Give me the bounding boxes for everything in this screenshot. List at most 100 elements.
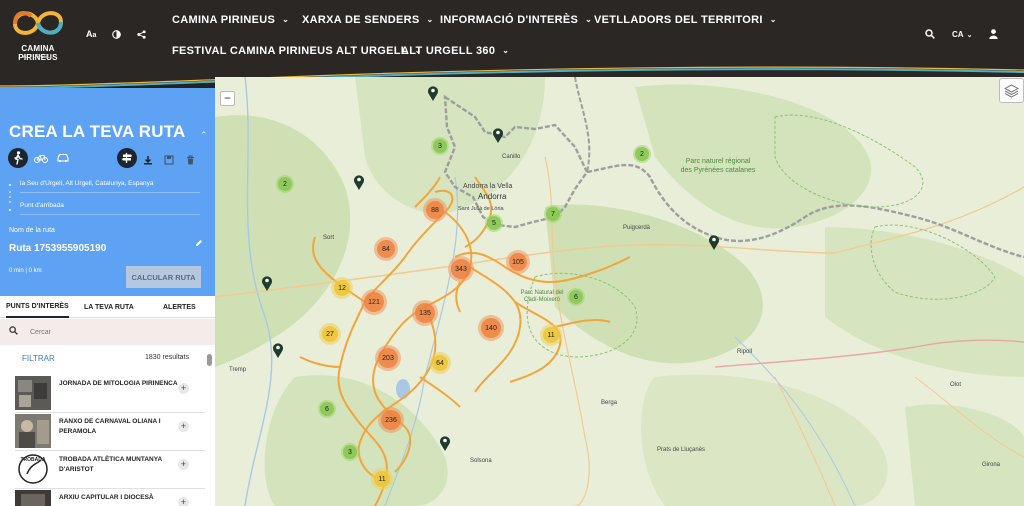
cluster-count: 121 [364, 292, 384, 312]
panel-tabs: PUNTS D'INTERÈS LA TEVA RUTA ALERTES [0, 296, 215, 318]
cluster-count: 105 [509, 253, 527, 271]
map-cluster[interactable]: 343 [448, 256, 474, 282]
map-cluster[interactable]: 12 [331, 277, 353, 299]
save-icon[interactable] [164, 152, 174, 170]
poi-search-bar [0, 319, 215, 345]
route-name-field[interactable]: Ruta 1753955905190 [9, 243, 106, 254]
map-cluster[interactable]: 7 [544, 205, 562, 223]
car-icon [57, 153, 69, 163]
map-pin-icon[interactable] [353, 174, 365, 190]
chevron-up-icon[interactable]: ⌃ [200, 130, 208, 141]
tab-punts-interes[interactable]: PUNTS D'INTERÈS [6, 296, 69, 318]
download-icon[interactable] [143, 152, 153, 170]
cluster-count: 6 [320, 402, 334, 416]
car-mode-button[interactable] [53, 148, 73, 168]
nav-informacio-interes[interactable]: INFORMACIÓ D'INTERÈS ⌄ [440, 14, 592, 26]
user-icon[interactable] [989, 29, 998, 42]
map-cluster[interactable]: 105 [506, 250, 530, 274]
map-cluster[interactable]: 6 [567, 288, 585, 306]
route-builder-header: CREA LA TEVA RUTA ⌃ la Seu d'Urgell, Alt… [0, 88, 215, 296]
cluster-count: 5 [487, 216, 501, 230]
list-item[interactable]: RANXO DE CARNAVAL OLIANA I PERAMOLA + [15, 413, 205, 451]
share-icon[interactable] [137, 30, 146, 42]
map-cluster[interactable]: 203 [375, 345, 401, 371]
edit-icon[interactable] [195, 239, 203, 250]
list-item[interactable]: TROBADA TROBADA ATLÈTICA MUNTANYA D'ARIS… [15, 451, 205, 489]
chevron-down-icon: ⌄ [966, 32, 973, 39]
map-cluster[interactable]: 121 [361, 289, 387, 315]
route-end-field[interactable]: Punt d'arribada [20, 202, 64, 209]
divider [20, 192, 200, 193]
park-label: Parc Natural del Cadí-Moixeró [520, 290, 564, 303]
contrast-icon[interactable] [112, 30, 121, 42]
trash-icon[interactable] [186, 152, 195, 170]
add-poi-button[interactable]: + [178, 497, 189, 506]
divider [20, 214, 200, 215]
tab-la-teva-ruta[interactable]: LA TEVA RUTA [84, 296, 134, 318]
thumbnail-caption: TROBADA [20, 457, 46, 463]
place-label: Puigcerdà [623, 225, 651, 231]
list-item[interactable]: JORNADA DE MITOLOGIA PIRINENCA + [15, 375, 205, 413]
map-cluster[interactable]: 27 [319, 323, 341, 345]
layers-button[interactable] [999, 78, 1024, 103]
walking-icon [14, 151, 23, 165]
route-stats: 0 min | 0 km [9, 268, 42, 274]
results-count: 1830 resultats [145, 354, 189, 361]
map-pin-icon[interactable] [427, 85, 439, 101]
route-start-field[interactable]: la Seu d'Urgell, Alt Urgell, Catalunya, … [20, 180, 153, 187]
map-cluster[interactable]: 84 [374, 237, 398, 261]
nav-alt-urgell-360[interactable]: ALT URGELL 360 ⌄ [401, 45, 509, 57]
nav-vetlladors-territori[interactable]: VETLLADORS DEL TERRITORI ⌄ [594, 14, 777, 26]
nav-camina-pirineus[interactable]: CAMINA PIRINEUS ⌄ [172, 14, 289, 26]
map-pin-icon[interactable] [708, 234, 720, 250]
place-label: Ripoll [737, 349, 753, 355]
map-cluster[interactable]: 5 [485, 214, 503, 232]
map-cluster[interactable]: 3 [431, 137, 449, 155]
map-pin-icon[interactable] [439, 435, 451, 451]
chevron-down-icon: ⌄ [585, 15, 593, 24]
list-item[interactable]: ARXIU CAPITULAR I DIOCESÀ + [15, 489, 205, 506]
place-label: Canillo [502, 154, 521, 160]
place-label: Andorra [478, 192, 507, 201]
map-pin-icon[interactable] [272, 342, 284, 358]
nav-festival[interactable]: FESTIVAL CAMINA PIRINEUS ALT URGELL ⌄ [172, 45, 422, 57]
filter-button[interactable]: FILTRAR [22, 354, 55, 363]
nav-xarxa-de-senders[interactable]: XARXA DE SENDERS ⌄ [302, 14, 434, 26]
map-cluster[interactable]: 88 [423, 198, 447, 222]
map-cluster[interactable]: 135 [412, 300, 438, 326]
map-pin-icon[interactable] [261, 275, 273, 291]
cluster-count: 7 [546, 207, 560, 221]
infinity-logo-icon [12, 11, 64, 35]
scrollbar[interactable] [207, 354, 212, 366]
map-cluster[interactable]: 3 [341, 443, 359, 461]
route-stops-connector [9, 184, 11, 211]
site-logo[interactable]: CAMINA PIRINEUS ALT URGELL [5, 6, 71, 62]
search-icon[interactable] [925, 29, 935, 42]
language-selector[interactable]: CA ⌄ [952, 30, 972, 39]
cluster-count: 2 [278, 177, 292, 191]
add-poi-button[interactable]: + [178, 459, 189, 470]
map-cluster[interactable]: 140 [478, 315, 504, 341]
nav-label: CAMINA PIRINEUS [172, 14, 276, 26]
calculate-route-button[interactable]: CALCULAR RUTA [126, 266, 201, 288]
cluster-count: 12 [334, 280, 350, 296]
map-cluster[interactable]: 11 [371, 468, 393, 490]
cycling-mode-button[interactable] [31, 148, 51, 168]
add-poi-button[interactable]: + [178, 421, 189, 432]
font-size-icon[interactable]: Aa [86, 29, 96, 40]
map-cluster[interactable]: 2 [633, 145, 651, 163]
add-poi-button[interactable]: + [178, 383, 189, 394]
map-pin-icon[interactable] [492, 127, 504, 143]
map-cluster[interactable]: 6 [318, 400, 336, 418]
map-cluster[interactable]: 64 [429, 352, 451, 374]
zoom-out-button[interactable]: − [220, 91, 235, 106]
map-view[interactable]: Andorra Andorra la Vella Sant Julià de L… [215, 77, 1024, 506]
signpost-button[interactable] [117, 148, 137, 168]
map-cluster[interactable]: 2 [276, 175, 294, 193]
map-cluster[interactable]: 11 [540, 324, 562, 346]
walking-mode-button[interactable] [8, 148, 28, 168]
tab-alertes[interactable]: ALERTES [163, 296, 196, 318]
route-name-label: Nom de la ruta [9, 227, 55, 234]
map-cluster[interactable]: 236 [378, 407, 404, 433]
poi-search-input[interactable] [30, 324, 200, 340]
